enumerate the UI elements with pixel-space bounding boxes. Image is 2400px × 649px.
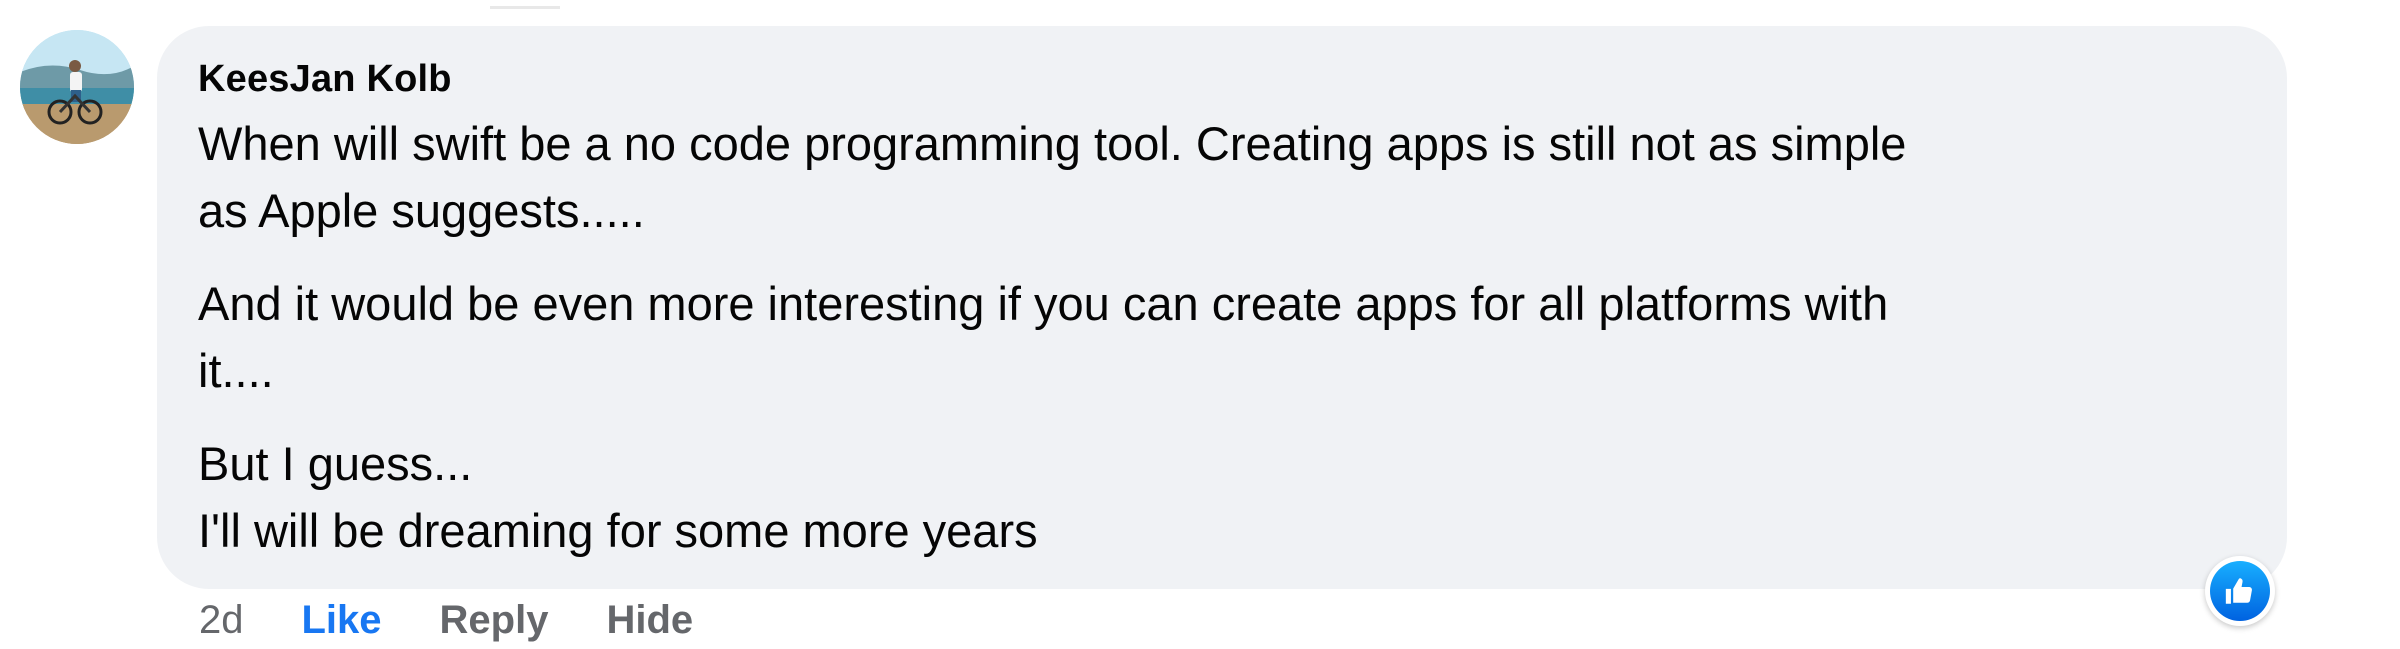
comment-author[interactable]: KeesJan Kolb (198, 56, 2247, 102)
comment-actions: 2d Like Reply Hide (199, 596, 693, 644)
comment-thread: KeesJan Kolb When will swift be a no cod… (0, 0, 2400, 649)
comment-paragraph-2: And it would be even more interesting if… (198, 277, 1889, 397)
comment-paragraph-1: When will swift be a no code programming… (198, 117, 1907, 237)
hide-button[interactable]: Hide (606, 596, 693, 644)
like-button[interactable]: Like (302, 596, 382, 644)
thread-connector (490, 0, 560, 9)
reply-button[interactable]: Reply (440, 596, 549, 644)
comment-paragraph-3: But I guess... I'll will be dreaming for… (198, 437, 1038, 557)
reaction-badge[interactable] (2205, 556, 2275, 626)
avatar-photo-icon (20, 30, 134, 144)
comment-bubble: KeesJan Kolb When will swift be a no cod… (157, 26, 2287, 589)
avatar[interactable] (20, 30, 134, 144)
reaction-like-circle (2210, 561, 2270, 621)
thumbs-up-icon (2225, 578, 2252, 604)
comment-timestamp[interactable]: 2d (199, 596, 244, 644)
